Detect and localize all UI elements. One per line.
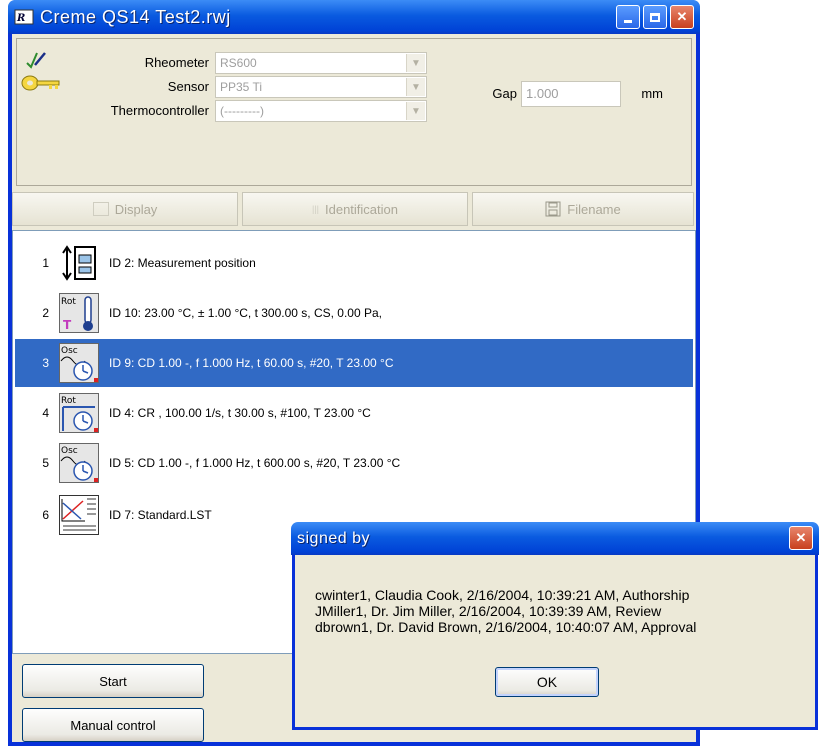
signature-list: cwinter1, Claudia Cook, 2/16/2004, 10:39… [315,587,696,635]
settings-panel: Rheometer RS600 ▼ Sensor PP35 Ti ▼ Therm… [16,38,692,186]
identification-button[interactable]: ||| Identification [242,192,468,226]
close-icon: ✕ [676,9,688,24]
step-number: 4 [42,406,49,420]
list-item[interactable]: 5 Osc ID 5: CD 1.00 -, f 1.000 Hz, t 600… [15,441,693,485]
measurement-position-icon [62,245,96,281]
step-description: ID 9: CD 1.00 -, f 1.000 Hz, t 60.00 s, … [109,356,394,370]
app-icon: R [14,9,34,25]
step-number: 2 [42,306,49,320]
dialog-title: signed by [297,529,370,547]
rotation-icon: Rot [59,393,99,433]
close-button[interactable]: ✕ [670,5,694,29]
chevron-down-icon[interactable]: ▼ [406,54,425,72]
svg-text:R: R [16,13,25,24]
icon-label: Rot [61,396,76,406]
oscillation-icon: Osc [59,443,99,483]
identification-icon: ||| [311,204,319,214]
display-button[interactable]: Display [12,192,238,226]
maximize-icon [650,12,660,22]
signed-by-dialog: signed by ✕ cwinter1, Claudia Cook, 2/16… [291,522,819,730]
sensor-value: PP35 Ti [220,80,263,94]
identification-label: Identification [325,201,398,217]
filename-label: Filename [567,201,621,217]
window-title: Creme QS14 Test2.rwj [40,6,231,27]
rheometer-label: Rheometer [144,55,209,70]
step-number: 5 [42,456,49,470]
chevron-down-icon[interactable]: ▼ [406,78,425,96]
sensor-label: Sensor [167,79,209,94]
sensor-select[interactable]: PP35 Ti ▼ [215,76,427,98]
key-icon [21,75,60,91]
rheometer-select[interactable]: RS600 ▼ [215,52,427,74]
floppy-disk-icon [545,201,561,217]
report-icon [59,495,99,535]
toolbar: Display ||| Identification Filename [12,192,696,228]
step-description: ID 10: 23.00 °C, ± 1.00 °C, t 300.00 s, … [109,306,382,320]
list-item[interactable]: 2 Rot T ID 10: 23.00 °C, ± 1.00 °C, t 30… [15,291,693,335]
svg-text:T: T [63,318,72,332]
minimize-button[interactable] [616,5,640,29]
list-item[interactable]: 1 ID 2: Measurement position [15,241,693,285]
start-button[interactable]: Start [22,664,204,698]
rheometer-value: RS600 [220,56,257,70]
minimize-icon [624,19,632,23]
dialog-close-button[interactable]: ✕ [789,526,813,550]
gap-input[interactable]: 1.000 [521,81,621,107]
close-icon: ✕ [795,530,807,545]
filename-button[interactable]: Filename [472,192,694,226]
signature-line: cwinter1, Claudia Cook, 2/16/2004, 10:39… [315,587,690,603]
icon-label: Osc [61,446,78,456]
thermocontroller-label: Thermocontroller [110,103,209,118]
signature-icon [26,52,46,69]
thermocontroller-select[interactable]: (---------) ▼ [215,100,427,122]
step-number: 3 [42,356,49,370]
oscillation-icon: Osc [59,343,99,383]
list-item[interactable]: 4 Rot ID 4: CR , 100.00 1/s, t 30.00 s, … [15,391,693,435]
main-titlebar[interactable]: R Creme QS14 Test2.rwj ✕ [8,0,700,34]
signature-line: JMiller1, Dr. Jim Miller, 2/16/2004, 10:… [315,603,662,619]
dialog-titlebar[interactable]: signed by ✕ [291,522,819,555]
thermocontroller-value: (---------) [220,104,264,118]
step-number: 1 [42,256,49,270]
step-description: ID 7: Standard.LST [109,508,212,522]
step-number: 6 [42,508,49,522]
gap-label: Gap [492,86,517,101]
dialog-client: cwinter1, Claudia Cook, 2/16/2004, 10:39… [295,555,815,727]
ok-button[interactable]: OK [495,667,599,697]
icon-label: Osc [61,346,78,356]
display-label: Display [114,201,158,217]
list-item-selected[interactable]: 3 Osc ID 9: CD 1.00 -, f 1.000 Hz, t 60.… [15,339,693,387]
step-description: ID 4: CR , 100.00 1/s, t 30.00 s, #100, … [109,406,371,420]
step-description: ID 5: CD 1.00 -, f 1.000 Hz, t 600.00 s,… [109,456,401,470]
gap-unit: mm [641,86,663,101]
temperature-icon: Rot T [59,293,99,333]
maximize-button[interactable] [643,5,667,29]
chevron-down-icon[interactable]: ▼ [406,102,425,120]
display-icon [92,202,109,216]
manual-control-button[interactable]: Manual control [22,708,204,742]
icon-label: Rot [61,297,76,307]
signature-line: dbrown1, Dr. David Brown, 2/16/2004, 10:… [315,619,697,635]
step-description: ID 2: Measurement position [109,256,256,270]
